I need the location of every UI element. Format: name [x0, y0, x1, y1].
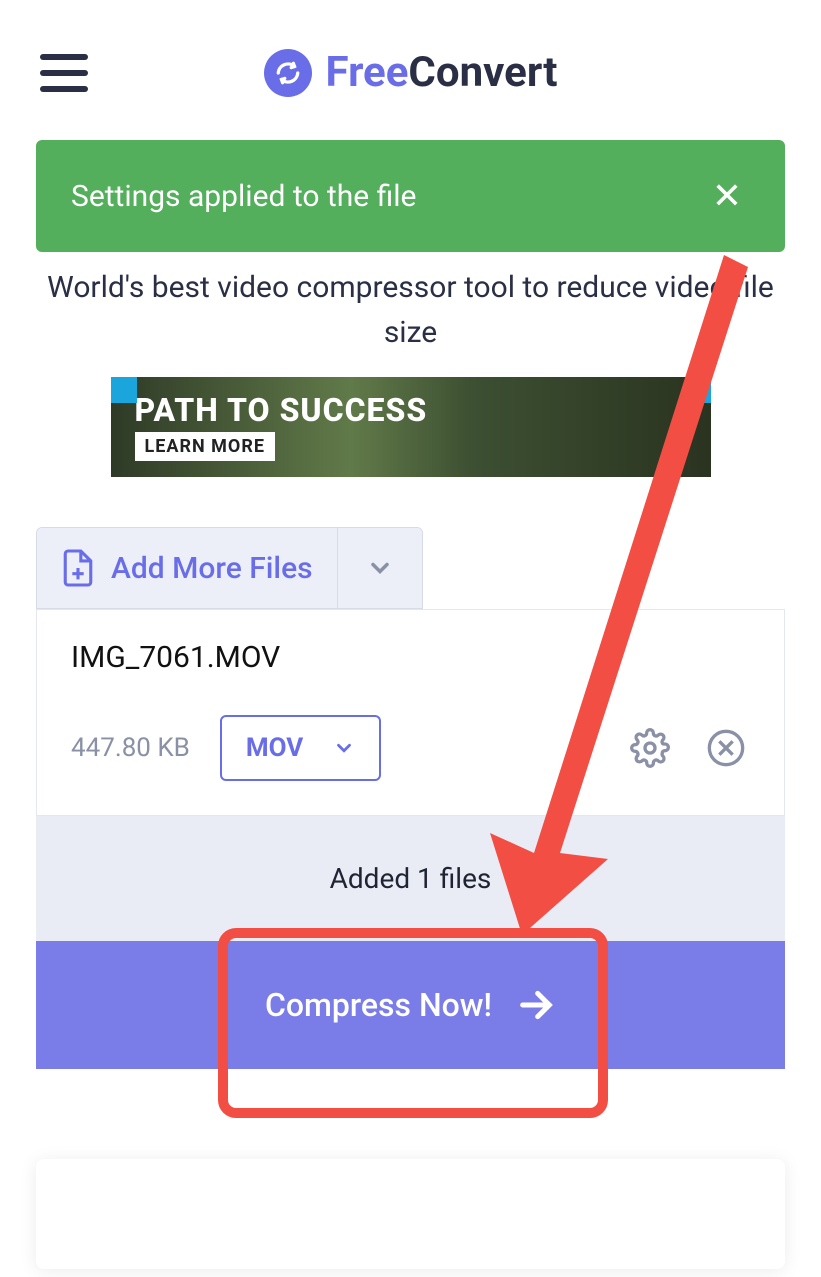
app-logo[interactable]: FreeConvert: [264, 48, 558, 97]
format-value: MOV: [246, 733, 303, 763]
remove-file-button[interactable]: [702, 724, 750, 772]
files-added-status: Added 1 files: [36, 816, 785, 941]
compress-label: Compress Now!: [265, 986, 492, 1024]
ad-cta-button[interactable]: LEARN MORE: [135, 432, 276, 461]
logo-text: FreeConvert: [326, 48, 558, 97]
add-more-files-button[interactable]: Add More Files: [37, 528, 338, 608]
chevron-down-icon: [366, 554, 394, 582]
toast-settings-applied: Settings applied to the file ✕: [36, 140, 785, 252]
settings-button[interactable]: [626, 724, 674, 772]
add-more-dropdown-button[interactable]: [338, 528, 422, 608]
toast-message: Settings applied to the file: [71, 179, 416, 214]
file-size: 447.80 KB: [71, 733, 190, 763]
close-icon[interactable]: ✕: [704, 178, 750, 214]
gear-icon: [630, 728, 670, 768]
page-tagline: World's best video compressor tool to re…: [0, 265, 821, 355]
close-circle-icon: [706, 728, 746, 768]
add-more-group: Add More Files: [36, 527, 423, 609]
compress-now-button[interactable]: Compress Now!: [36, 941, 785, 1069]
file-row: IMG_7061.MOV 447.80 KB MOV: [36, 609, 785, 816]
ad-title: PATH TO SUCCESS: [135, 394, 428, 426]
ad-banner[interactable]: PATH TO SUCCESS LEARN MORE: [111, 377, 711, 477]
adchoices-icon: [111, 377, 137, 403]
swap-icon: [264, 49, 312, 97]
adchoices-icon: [685, 377, 711, 403]
file-name: IMG_7061.MOV: [71, 640, 750, 675]
app-header: FreeConvert: [0, 0, 821, 145]
file-panel: Add More Files IMG_7061.MOV 447.80 KB MO…: [36, 527, 785, 1069]
file-plus-icon: [61, 548, 95, 588]
format-select[interactable]: MOV: [220, 715, 381, 781]
info-card: [36, 1159, 785, 1269]
chevron-down-icon: [333, 737, 355, 759]
add-more-label: Add More Files: [111, 551, 313, 586]
hamburger-menu-icon[interactable]: [40, 54, 88, 92]
arrow-right-icon: [516, 985, 556, 1025]
